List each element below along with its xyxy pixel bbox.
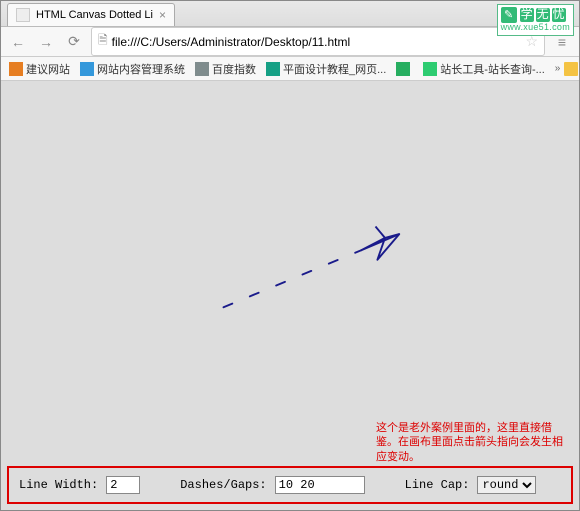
address-bar: ← → ⟳ 🗎 file:///C:/Users/Administrator/D… bbox=[1, 27, 579, 57]
bookmark-item[interactable]: 站长工具-站长查询-... bbox=[423, 61, 545, 77]
forward-icon: → bbox=[39, 34, 53, 50]
bookmark-icon bbox=[9, 62, 23, 76]
address-input[interactable]: 🗎 file:///C:/Users/Administrator/Desktop… bbox=[91, 27, 545, 56]
bookmark-icon bbox=[396, 62, 410, 76]
tab-title: HTML Canvas Dotted Li bbox=[36, 9, 153, 21]
page-icon bbox=[16, 8, 30, 22]
line-cap-label: Line Cap: bbox=[405, 478, 470, 492]
overflow-icon[interactable]: » bbox=[555, 63, 561, 74]
bookmark-item[interactable] bbox=[396, 62, 413, 76]
bookmark-item[interactable]: 建议网站 bbox=[9, 61, 70, 77]
canvas-area[interactable] bbox=[4, 84, 576, 445]
bookmark-item[interactable]: 平面设计教程_网页... bbox=[266, 61, 386, 77]
watermark: ✎ 学无忧 www.xue51.com bbox=[497, 4, 574, 36]
dashes-gaps-input[interactable] bbox=[275, 476, 365, 494]
page-content: 这个是老外案例里面的，这里直接借鉴。在画布里面点击箭头指向会发生相应变动。 Li… bbox=[1, 81, 579, 510]
line-width-label: Line Width: bbox=[19, 478, 98, 492]
canvas-svg bbox=[4, 84, 576, 445]
browser-window: HTML Canvas Dotted Li × ← → ⟳ 🗎 file:///… bbox=[0, 0, 580, 511]
bookmark-icon bbox=[266, 62, 280, 76]
reload-button[interactable]: ⟳ bbox=[63, 31, 85, 53]
folder-icon bbox=[564, 62, 578, 76]
bookmark-icon bbox=[80, 62, 94, 76]
back-icon: ← bbox=[11, 34, 25, 50]
forward-button[interactable]: → bbox=[35, 31, 57, 53]
dashes-gaps-label: Dashes/Gaps: bbox=[180, 478, 266, 492]
watermark-url: www.xue51.com bbox=[501, 23, 570, 33]
line-width-input[interactable] bbox=[106, 476, 140, 494]
line-cap-select[interactable]: round bbox=[477, 476, 536, 494]
bookmark-item[interactable]: 百度指数 bbox=[195, 61, 256, 77]
arrow-head bbox=[361, 234, 399, 260]
file-icon: 🗎 bbox=[98, 31, 108, 52]
dashed-line bbox=[224, 250, 362, 307]
bookmark-icon bbox=[423, 62, 437, 76]
control-panel: Line Width: Dashes/Gaps: Line Cap: round bbox=[7, 466, 573, 504]
other-bookmarks[interactable]: 其他书签 bbox=[564, 61, 579, 77]
annotation-text: 这个是老外案例里面的，这里直接借鉴。在画布里面点击箭头指向会发生相应变动。 bbox=[376, 421, 571, 464]
bookmark-bar: 建议网站 网站内容管理系统 百度指数 平面设计教程_网页... 站长工具-站长查… bbox=[1, 57, 579, 81]
tab-bar: HTML Canvas Dotted Li × bbox=[1, 1, 579, 27]
back-button[interactable]: ← bbox=[7, 31, 29, 53]
tab-active[interactable]: HTML Canvas Dotted Li × bbox=[7, 3, 175, 26]
close-icon[interactable]: × bbox=[159, 9, 166, 21]
bookmark-item[interactable]: 网站内容管理系统 bbox=[80, 61, 185, 77]
address-text: file:///C:/Users/Administrator/Desktop/1… bbox=[112, 35, 351, 49]
watermark-icon: ✎ bbox=[501, 7, 517, 23]
menu-icon: ≡ bbox=[558, 34, 566, 50]
bookmark-icon bbox=[195, 62, 209, 76]
reload-icon: ⟳ bbox=[68, 33, 80, 50]
